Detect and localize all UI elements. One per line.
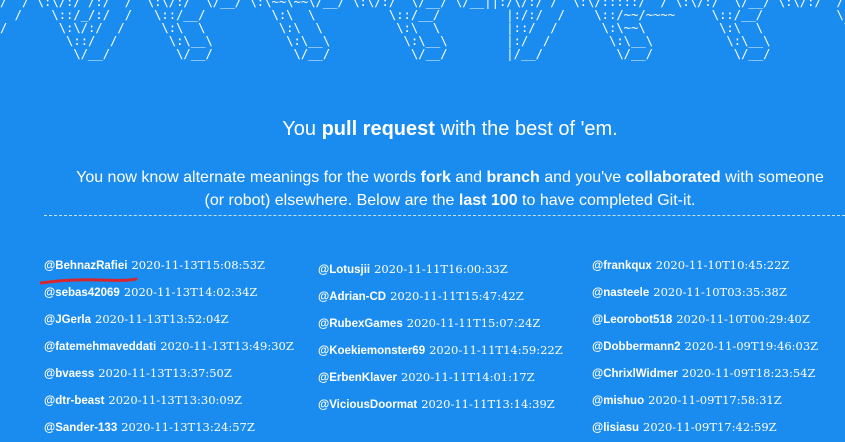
user-link[interactable]: @fatemehmaveddati <box>44 341 156 353</box>
completion-timestamp: 2020-11-13T15:08:53Z <box>131 258 266 272</box>
user-link[interactable]: @ChrixlWidmer <box>592 368 678 380</box>
completion-timestamp: 2020-11-13T13:24:57Z <box>121 420 255 434</box>
completion-timestamp: 2020-11-11T13:14:39Z <box>421 397 555 411</box>
completions-column-3: @frankqux 2020-11-10T10:45:22Z @nasteele 20… <box>592 252 845 441</box>
headline-strong: pull request <box>321 118 435 140</box>
list-item: @fatemehmaveddati 2020-11-13T13:49:30Z <box>44 333 314 360</box>
completion-timestamp: 2020-11-13T13:52:04Z <box>95 312 229 326</box>
user-link[interactable]: @ViciousDoormat <box>318 399 417 411</box>
user-link[interactable]: @Leorobot518 <box>592 314 672 326</box>
headline-prefix: You <box>282 118 322 140</box>
list-item: @Koekiemonster69 2020-11-11T14:59:22Z <box>318 337 588 364</box>
list-item: @Adrian-CD 2020-11-11T15:47:42Z <box>318 283 588 310</box>
user-link[interactable]: @bvaess <box>44 368 94 380</box>
completion-timestamp: 2020-11-11T14:01:17Z <box>400 370 535 384</box>
list-item: @BehnazRafiei 2020-11-13T15:08:53Z <box>44 252 314 279</box>
list-item: @Dobbermann2 2020-11-09T19:46:03Z <box>592 333 845 360</box>
completion-timestamp: 2020-11-09T17:58:31Z <box>648 393 782 407</box>
completion-timestamp: 2020-11-09T17:42:59Z <box>643 420 777 434</box>
completion-timestamp: 2020-11-09T18:23:54Z <box>681 366 816 380</box>
list-item: @Sander-133 2020-11-13T13:24:57Z <box>44 414 314 441</box>
list-item: @ViciousDoormat 2020-11-11T13:14:39Z <box>318 391 588 418</box>
list-item: @lisiasu 2020-11-09T17:42:59Z <box>592 414 845 441</box>
user-link[interactable]: @nasteele <box>592 287 649 299</box>
user-link[interactable]: @Adrian-CD <box>318 291 386 303</box>
completions-column-1: @BehnazRafiei 2020-11-13T15:08:53Z @sebas4… <box>44 252 314 441</box>
user-link[interactable]: @ErbenKlaver <box>318 372 397 384</box>
completion-timestamp: 2020-11-10T00:29:40Z <box>676 312 810 326</box>
user-link[interactable]: @dtr-beast <box>44 395 104 407</box>
list-item: @Lotusjii 2020-11-11T16:00:33Z <box>318 256 588 283</box>
list-item: @sebas42069 2020-11-13T14:02:34Z <box>44 279 314 306</box>
list-item: @dtr-beast 2020-11-13T13:30:09Z <box>44 387 314 414</box>
user-link[interactable]: @frankqux <box>592 260 652 272</box>
intro-bold: fork <box>420 169 451 186</box>
user-link[interactable]: @lisiasu <box>592 422 639 434</box>
list-item: @Leorobot518 2020-11-10T00:29:40Z <box>592 306 845 333</box>
completions-column-2: @Lotusjii 2020-11-11T16:00:33Z @Adrian-CD 2… <box>318 256 588 418</box>
user-link[interactable]: @JGerla <box>44 314 91 326</box>
completion-timestamp: 2020-11-11T15:07:24Z <box>406 316 541 330</box>
intro-bold: last 100 <box>458 192 518 209</box>
intro-bold: collaborated <box>625 169 721 186</box>
user-link[interactable]: @BehnazRafiei <box>44 260 127 272</box>
intro-part: and you've <box>539 169 626 186</box>
list-item: @JGerla 2020-11-13T13:52:04Z <box>44 306 314 333</box>
section-divider <box>44 215 845 216</box>
completion-timestamp: 2020-11-09T19:46:03Z <box>684 339 819 353</box>
user-link[interactable]: @Sander-133 <box>44 422 117 434</box>
list-item: @frankqux 2020-11-10T10:45:22Z <box>592 252 845 279</box>
list-item: @bvaess 2020-11-13T13:37:50Z <box>44 360 314 387</box>
intro-text: You now know alternate meanings for the … <box>0 166 845 212</box>
user-link[interactable]: @RubexGames <box>318 318 403 330</box>
page-headline: You pull request with the best of 'em. <box>0 118 845 141</box>
user-link[interactable]: @sebas42069 <box>44 287 120 299</box>
completion-timestamp: 2020-11-13T13:37:50Z <box>98 366 232 380</box>
list-item: @mishuo 2020-11-09T17:58:31Z <box>592 387 845 414</box>
intro-part: (or robot) elsewhere. Below are the <box>204 192 459 209</box>
intro-bold: branch <box>486 169 540 186</box>
intro-part: and <box>450 169 487 186</box>
completion-timestamp: 2020-11-11T16:00:33Z <box>374 262 508 276</box>
user-link[interactable]: @Lotusjii <box>318 264 370 276</box>
completion-timestamp: 2020-11-10T10:45:22Z <box>655 258 790 272</box>
user-link[interactable]: @Koekiemonster69 <box>318 345 425 357</box>
list-item: @RubexGames 2020-11-11T15:07:24Z <box>318 310 588 337</box>
headline-suffix: with the best of 'em. <box>434 118 618 140</box>
list-item: @ChrixlWidmer 2020-11-09T18:23:54Z <box>592 360 845 387</box>
completion-timestamp: 2020-11-13T13:30:09Z <box>108 393 243 407</box>
user-link[interactable]: @mishuo <box>592 395 644 407</box>
user-link[interactable]: @Dobbermann2 <box>592 341 681 353</box>
list-item: @nasteele 2020-11-10T03:35:38Z <box>592 279 845 306</box>
completion-timestamp: 2020-11-10T03:35:38Z <box>653 285 787 299</box>
list-item: @ErbenKlaver 2020-11-11T14:01:17Z <box>318 364 588 391</box>
completion-timestamp: 2020-11-13T14:02:34Z <box>123 285 258 299</box>
ascii-art-banner: / / \:\/:/ /:/ / \:\/:/ \/__/ \:\~~\~~\/… <box>0 0 845 61</box>
intro-part: with someone <box>720 169 824 186</box>
intro-part: to have completed Git-it. <box>517 192 696 209</box>
completion-timestamp: 2020-11-11T15:47:42Z <box>390 289 524 303</box>
completion-timestamp: 2020-11-11T14:59:22Z <box>429 343 563 357</box>
intro-part: You now know alternate meanings for the … <box>76 169 421 186</box>
completion-timestamp: 2020-11-13T13:49:30Z <box>160 339 294 353</box>
